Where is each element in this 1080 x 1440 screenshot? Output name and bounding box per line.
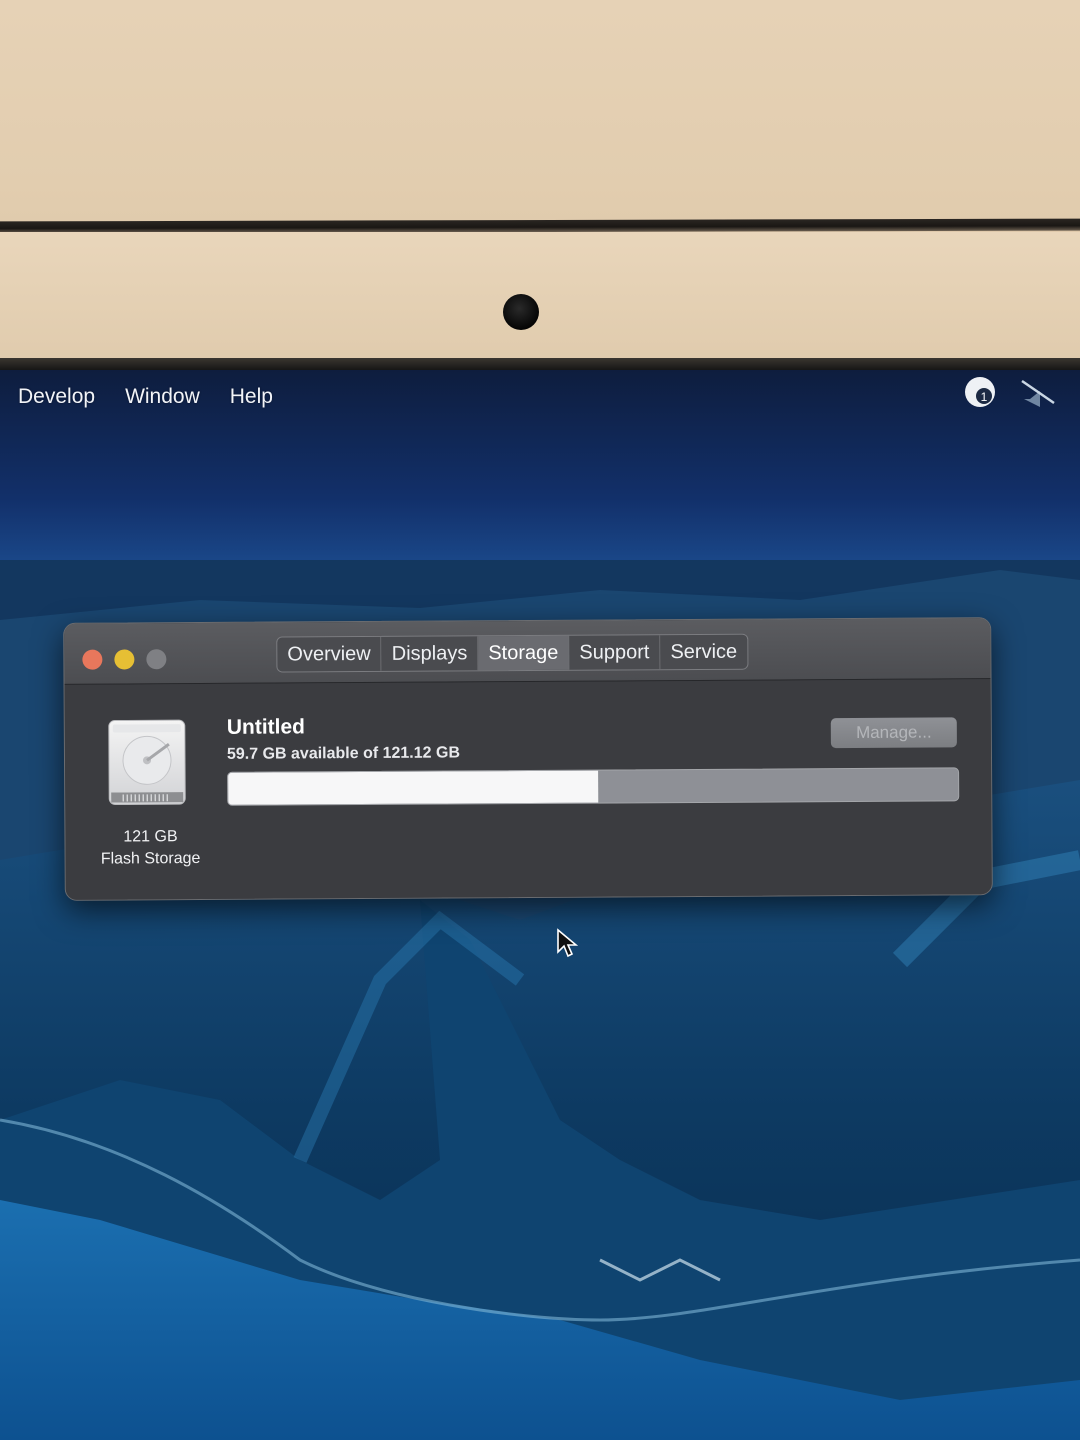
wifi-badge-count: 1: [981, 390, 988, 404]
disk-size: 121 GB: [123, 828, 178, 846]
tab-support[interactable]: Support: [569, 635, 661, 670]
about-this-mac-window: Overview Displays Storage Support Servic…: [63, 617, 993, 901]
volume-name: Untitled: [226, 715, 306, 739]
window-titlebar[interactable]: Overview Displays Storage Support Servic…: [64, 618, 991, 685]
webcam: [503, 294, 539, 330]
tab-overview[interactable]: Overview: [277, 636, 382, 672]
status-icons: 1: [962, 374, 1056, 410]
manage-button[interactable]: Manage...: [830, 717, 957, 749]
tab-bar: Overview Displays Storage Support Servic…: [276, 633, 749, 673]
disk-type: Flash Storage: [100, 850, 201, 868]
menu-help[interactable]: Help: [230, 385, 273, 409]
zoom-button[interactable]: [146, 649, 167, 670]
window-controls: [82, 649, 167, 670]
menu-window[interactable]: Window: [125, 385, 200, 409]
storage-usage-bar: [227, 767, 960, 806]
minimize-button[interactable]: [114, 649, 135, 670]
menu-develop[interactable]: Develop: [18, 385, 95, 409]
disk-capacity-label: 121 GB Flash Storage: [85, 826, 215, 871]
storage-pane: 121 GB Flash Storage Untitled 59.7 GB av…: [64, 679, 992, 901]
bezel-lower: [0, 232, 1080, 362]
tab-displays[interactable]: Displays: [381, 636, 479, 671]
mouse-pointer-icon: [557, 928, 578, 958]
storage-used-segment: [228, 770, 599, 805]
hard-drive-icon: [103, 718, 192, 811]
volume-available: 59.7 GB available of 121.12 GB: [226, 744, 461, 763]
tab-service[interactable]: Service: [660, 634, 748, 670]
menu-bar: Develop Window Help 1: [0, 372, 1080, 422]
mute-icon[interactable]: [1020, 377, 1056, 407]
wifi-icon[interactable]: 1: [962, 374, 998, 410]
tab-storage[interactable]: Storage: [478, 635, 570, 671]
close-button[interactable]: [82, 649, 103, 670]
